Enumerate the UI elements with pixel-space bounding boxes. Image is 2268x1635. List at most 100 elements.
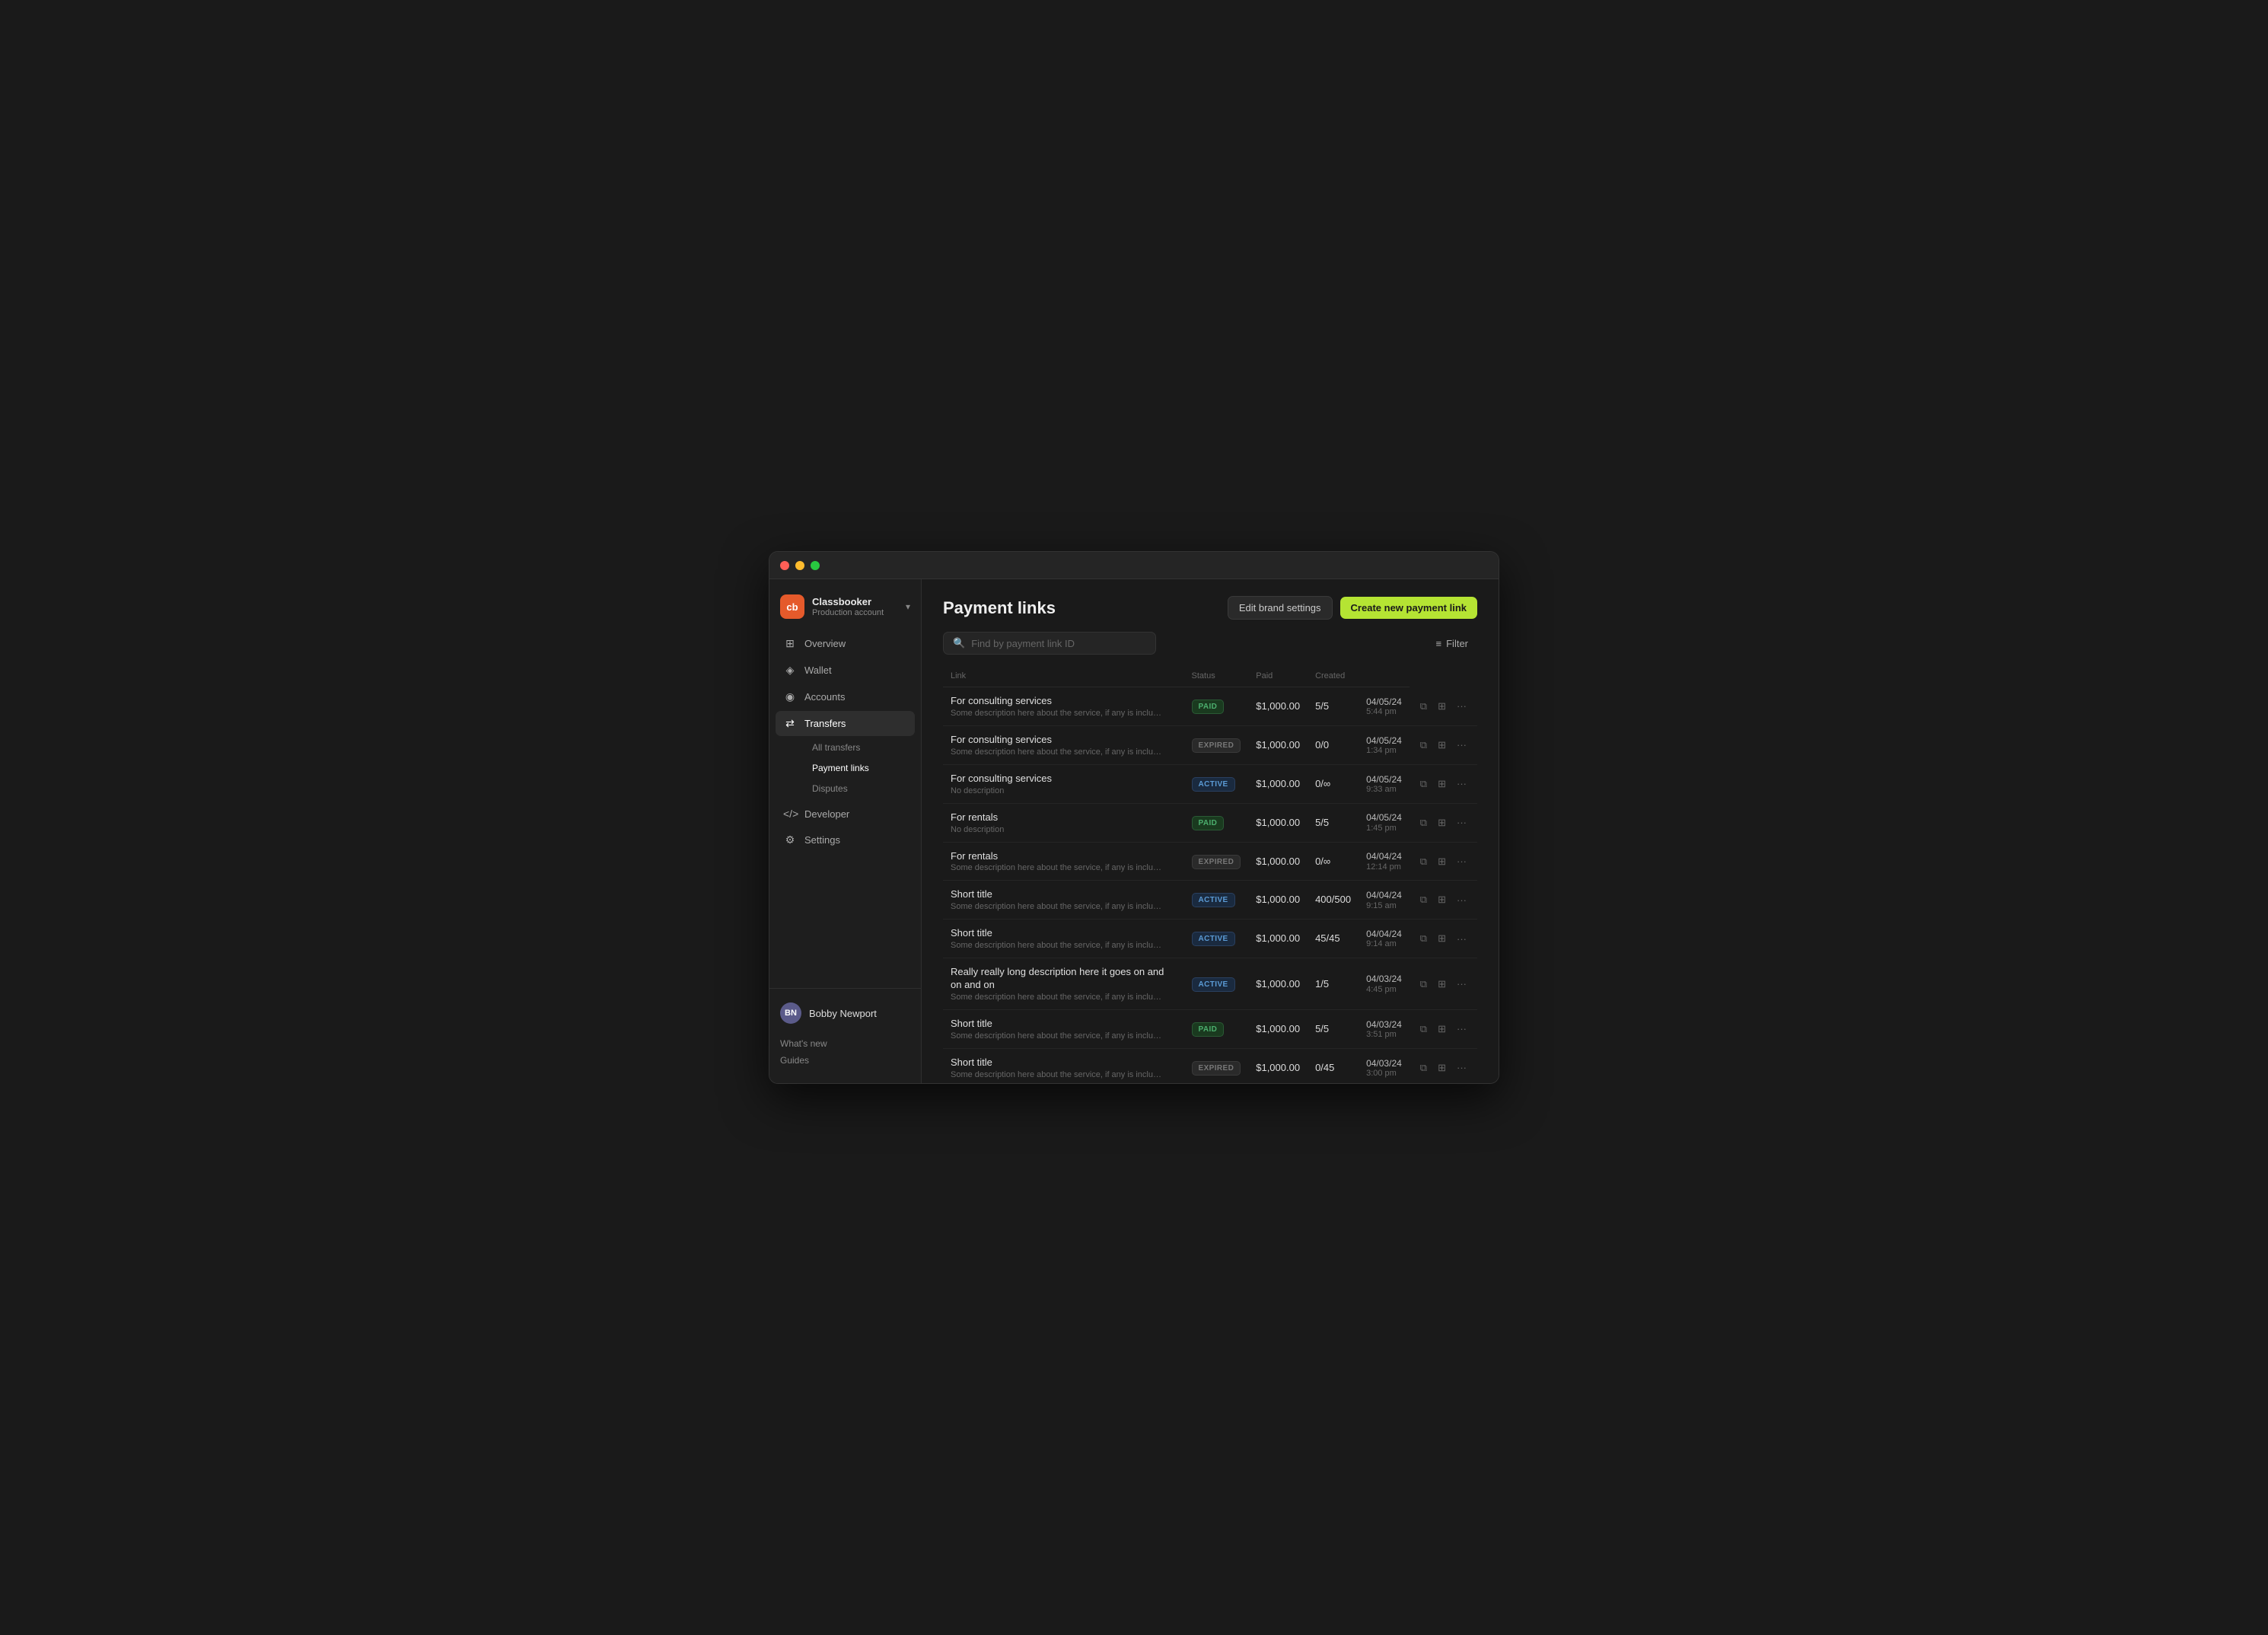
amount: $1,000.00 xyxy=(1256,978,1300,990)
more-options-button[interactable]: ··· xyxy=(1454,976,1470,992)
qr-code-button[interactable]: ⊞ xyxy=(1435,814,1449,831)
copy-link-button[interactable]: ⧉ xyxy=(1417,1021,1430,1037)
copy-link-button[interactable]: ⧉ xyxy=(1417,776,1430,792)
sidebar-item-payment-links[interactable]: Payment links xyxy=(804,758,915,778)
main-header: Payment links Edit brand settings Create… xyxy=(922,579,1499,632)
row-actions: ⧉ ⊞ ··· xyxy=(1417,930,1470,947)
create-payment-link-button[interactable]: Create new payment link xyxy=(1340,597,1477,619)
qr-code-button[interactable]: ⊞ xyxy=(1435,853,1449,870)
qr-code-button[interactable]: ⊞ xyxy=(1435,1060,1449,1076)
status-badge: ACTIVE xyxy=(1192,893,1235,907)
sidebar-item-developer[interactable]: </> Developer xyxy=(776,802,915,826)
copy-link-button[interactable]: ⧉ xyxy=(1417,930,1430,947)
qr-code-button[interactable]: ⊞ xyxy=(1435,776,1449,792)
link-desc: No description xyxy=(951,786,1164,795)
col-created: Created xyxy=(1308,665,1359,687)
more-options-button[interactable]: ··· xyxy=(1454,737,1470,753)
table-row[interactable]: For consulting services No description A… xyxy=(943,764,1477,803)
copy-link-button[interactable]: ⧉ xyxy=(1417,737,1430,754)
search-input[interactable] xyxy=(971,638,1146,649)
whats-new-link[interactable]: What's new xyxy=(780,1036,910,1051)
link-title: Short title xyxy=(951,1018,1177,1031)
link-desc: Some description here about the service,… xyxy=(951,993,1164,1002)
link-title: Short title xyxy=(951,927,1177,940)
sidebar-item-transfers[interactable]: ⇄ Transfers xyxy=(776,711,915,736)
brand-switcher[interactable]: cb Classbooker Production account ▾ xyxy=(769,588,921,631)
header-actions: Edit brand settings Create new payment l… xyxy=(1228,596,1477,620)
sidebar-item-disputes[interactable]: Disputes xyxy=(804,779,915,798)
transfers-submenu: All transfers Payment links Disputes xyxy=(776,738,915,798)
copy-link-button[interactable]: ⧉ xyxy=(1417,976,1430,993)
maximize-button[interactable] xyxy=(811,561,820,570)
table-row[interactable]: For consulting services Some description… xyxy=(943,687,1477,726)
minimize-button[interactable] xyxy=(795,561,804,570)
guides-link[interactable]: Guides xyxy=(780,1053,910,1068)
filter-button[interactable]: ≡ Filter xyxy=(1427,633,1477,654)
amount: $1,000.00 xyxy=(1256,932,1300,944)
table-row[interactable]: For consulting services Some description… xyxy=(943,725,1477,764)
brand-name: Classbooker xyxy=(812,596,898,608)
qr-code-button[interactable]: ⊞ xyxy=(1435,737,1449,754)
developer-icon: </> xyxy=(783,808,797,820)
amount: $1,000.00 xyxy=(1256,1062,1300,1073)
user-name: Bobby Newport xyxy=(809,1008,877,1019)
copy-link-button[interactable]: ⧉ xyxy=(1417,698,1430,715)
link-desc: Some description here about the service,… xyxy=(951,709,1164,718)
table-row[interactable]: Really really long description here it g… xyxy=(943,958,1477,1010)
edit-brand-settings-button[interactable]: Edit brand settings xyxy=(1228,596,1333,620)
qr-code-button[interactable]: ⊞ xyxy=(1435,1021,1449,1037)
titlebar xyxy=(769,552,1499,579)
more-options-button[interactable]: ··· xyxy=(1454,814,1470,830)
table-row[interactable]: Short title Some description here about … xyxy=(943,1048,1477,1083)
row-actions: ⧉ ⊞ ··· xyxy=(1417,1021,1470,1037)
sidebar-item-wallet[interactable]: ◈ Wallet xyxy=(776,658,915,683)
more-options-button[interactable]: ··· xyxy=(1454,776,1470,792)
copy-link-button[interactable]: ⧉ xyxy=(1417,853,1430,870)
col-status: Status xyxy=(1184,665,1249,687)
qr-code-button[interactable]: ⊞ xyxy=(1435,930,1449,947)
qr-code-button[interactable]: ⊞ xyxy=(1435,976,1449,993)
sidebar-item-accounts[interactable]: ◉ Accounts xyxy=(776,684,915,709)
table-row[interactable]: Short title Some description here about … xyxy=(943,881,1477,919)
more-options-button[interactable]: ··· xyxy=(1454,853,1470,869)
qr-code-button[interactable]: ⊞ xyxy=(1435,698,1449,715)
table-row[interactable]: For rentals Some description here about … xyxy=(943,842,1477,881)
sidebar-item-label-accounts: Accounts xyxy=(804,691,845,703)
sidebar-nav: ⊞ Overview ◈ Wallet ◉ Accounts ⇄ Transfe… xyxy=(769,631,921,988)
sidebar-item-overview[interactable]: ⊞ Overview xyxy=(776,631,915,656)
more-options-button[interactable]: ··· xyxy=(1454,1060,1470,1076)
copy-link-button[interactable]: ⧉ xyxy=(1417,891,1430,908)
more-options-button[interactable]: ··· xyxy=(1454,1021,1470,1037)
paid-count: 0/0 xyxy=(1315,739,1329,751)
sidebar-item-settings[interactable]: ⚙ Settings xyxy=(776,827,915,853)
copy-link-button[interactable]: ⧉ xyxy=(1417,1060,1430,1076)
table-row[interactable]: Short title Some description here about … xyxy=(943,919,1477,958)
search-icon: 🔍 xyxy=(953,637,965,649)
qr-code-button[interactable]: ⊞ xyxy=(1435,891,1449,908)
link-title: For consulting services xyxy=(951,773,1177,786)
row-actions: ⧉ ⊞ ··· xyxy=(1417,891,1470,908)
sidebar-item-label-developer: Developer xyxy=(804,808,849,820)
created-date: 04/03/24 xyxy=(1366,1058,1402,1069)
page-title: Payment links xyxy=(943,598,1056,618)
row-actions: ⧉ ⊞ ··· xyxy=(1417,814,1470,831)
paid-count: 5/5 xyxy=(1315,817,1329,828)
status-badge: ACTIVE xyxy=(1192,777,1235,792)
more-options-button[interactable]: ··· xyxy=(1454,931,1470,947)
more-options-button[interactable]: ··· xyxy=(1454,698,1470,714)
link-title: Short title xyxy=(951,888,1177,901)
app-window: cb Classbooker Production account ▾ ⊞ Ov… xyxy=(769,551,1499,1084)
more-options-button[interactable]: ··· xyxy=(1454,892,1470,908)
table-row[interactable]: Short title Some description here about … xyxy=(943,1010,1477,1049)
created-date: 04/04/24 xyxy=(1366,851,1402,862)
created-time: 3:00 pm xyxy=(1366,1069,1402,1078)
sidebar-item-all-transfers[interactable]: All transfers xyxy=(804,738,915,757)
sidebar-item-label-overview: Overview xyxy=(804,638,846,649)
copy-link-button[interactable]: ⧉ xyxy=(1417,814,1430,831)
status-badge: EXPIRED xyxy=(1192,855,1241,869)
status-badge: PAID xyxy=(1192,1022,1225,1037)
amount: $1,000.00 xyxy=(1256,778,1300,789)
close-button[interactable] xyxy=(780,561,789,570)
table-row[interactable]: For rentals No description PAID $1,000.0… xyxy=(943,803,1477,842)
user-profile[interactable]: BN Bobby Newport xyxy=(780,998,910,1028)
